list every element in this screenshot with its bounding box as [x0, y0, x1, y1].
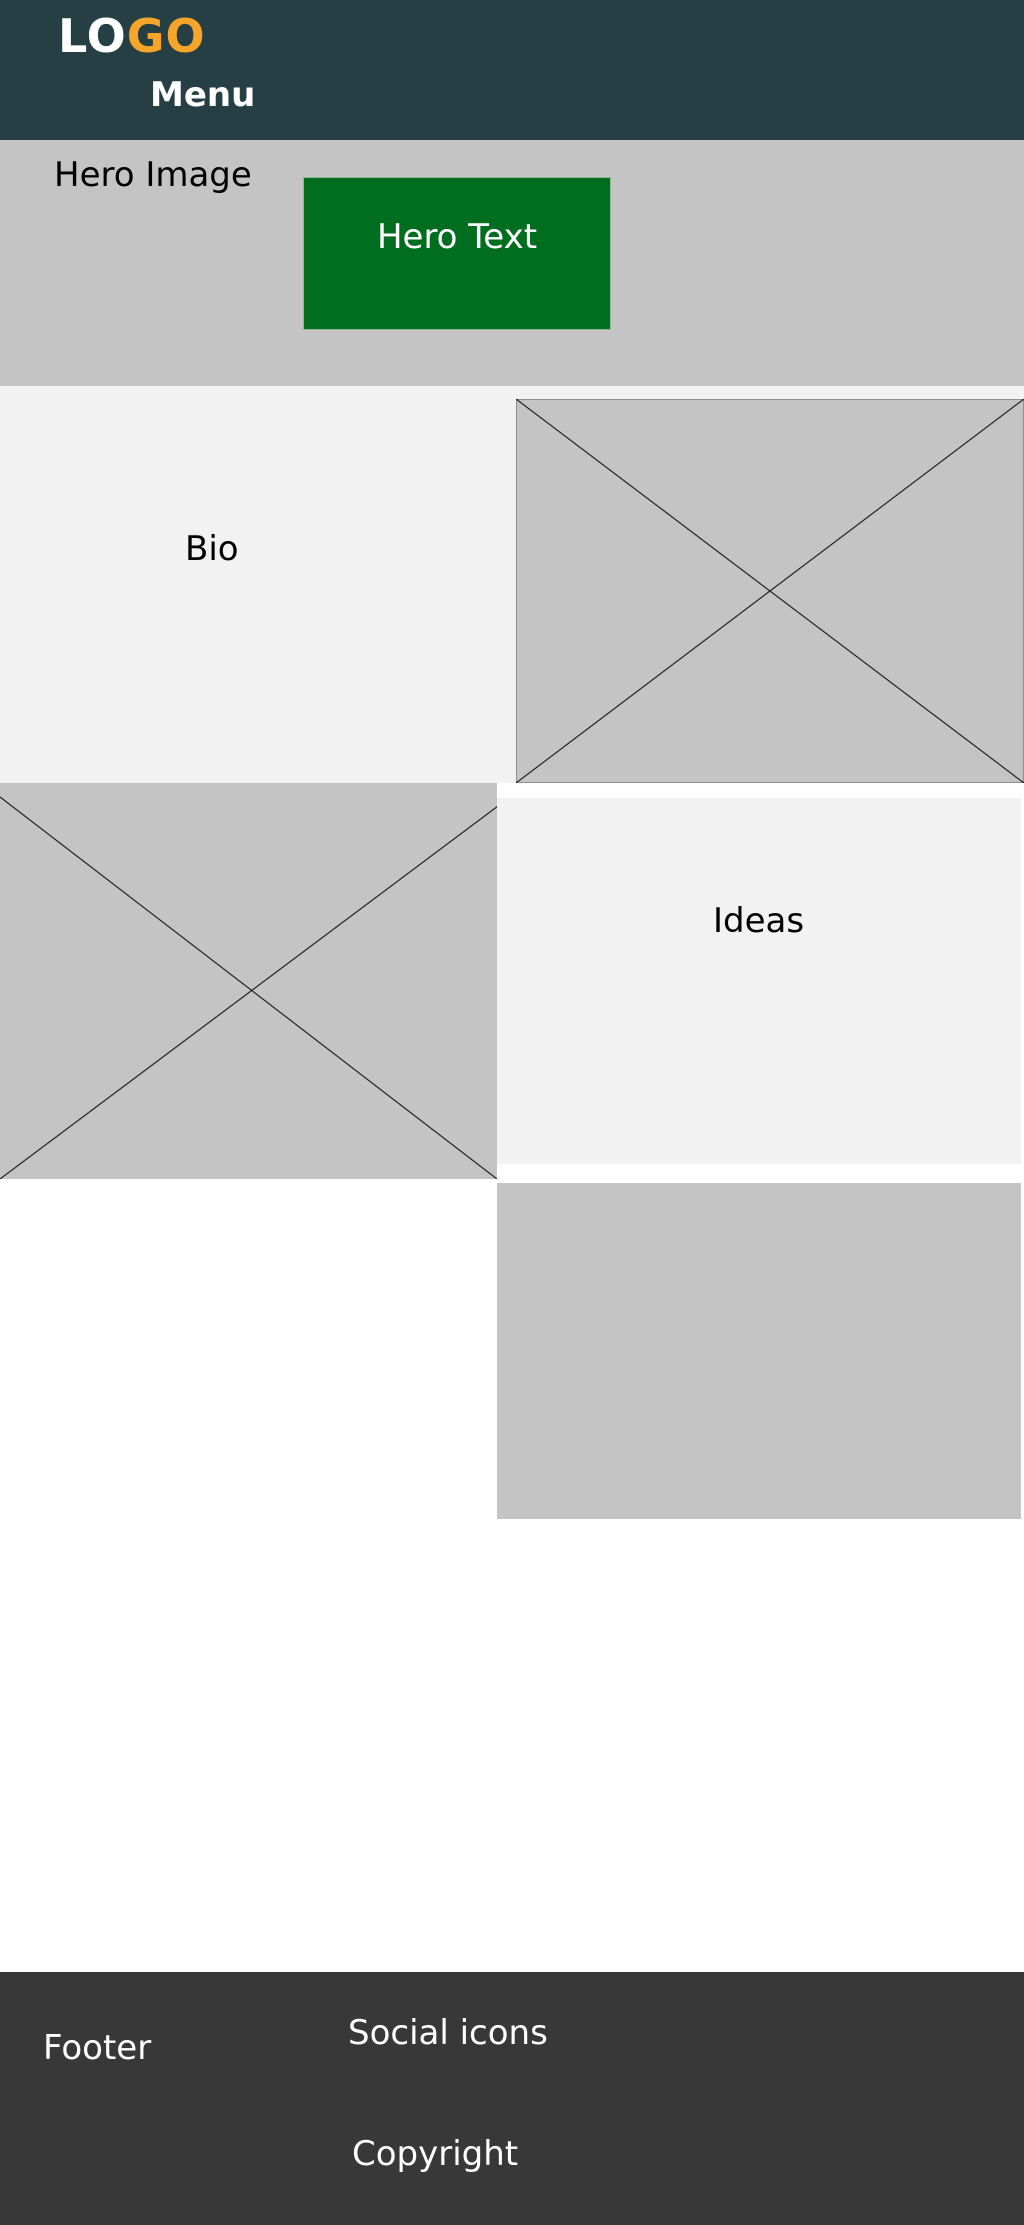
logo-part-go: GO	[126, 9, 206, 63]
social-icons-label[interactable]: Social icons	[348, 2012, 548, 2054]
logo[interactable]: LOGO	[58, 8, 206, 64]
ideas-section	[497, 798, 1021, 1164]
menu-button[interactable]: Menu	[150, 74, 255, 116]
image-placeholder-icon	[516, 399, 1024, 783]
hero-image-label: Hero Image	[54, 155, 252, 195]
copyright-label: Copyright	[352, 2134, 519, 2174]
footer-label: Footer	[43, 2028, 152, 2068]
image-placeholder-icon	[0, 783, 497, 1179]
image-placeholder-cross	[516, 399, 1024, 783]
hero-text-box: Hero Text	[303, 177, 611, 330]
hero-text: Hero Text	[376, 217, 538, 257]
ideas-label: Ideas	[713, 901, 805, 941]
content-placeholder-box	[497, 1183, 1021, 1519]
logo-part-lo: LO	[58, 9, 127, 63]
bio-label: Bio	[185, 529, 239, 569]
site-footer	[0, 1972, 1024, 2225]
image-placeholder-cross	[0, 783, 497, 1179]
